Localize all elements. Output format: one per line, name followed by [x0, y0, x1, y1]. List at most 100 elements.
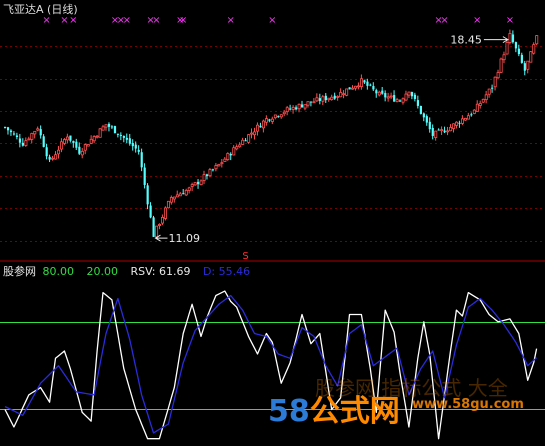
candle-body-68: [205, 174, 209, 177]
candle-body-124: [372, 86, 375, 90]
candle-body-150: [449, 127, 453, 132]
candle-body-130: [389, 95, 393, 98]
candle-body-86: [259, 125, 262, 128]
candle-body-161: [481, 98, 485, 103]
candle-body-70: [211, 169, 215, 171]
candle-body-96: [289, 108, 292, 110]
candle-body-132: [395, 99, 399, 103]
candle-body-102: [306, 101, 310, 106]
candle-body-173: [517, 48, 521, 55]
candle-body-106: [318, 98, 322, 101]
candle-body-50: [152, 217, 155, 237]
candle-body-41: [125, 137, 128, 140]
candle-body-126: [377, 91, 381, 96]
candle-body-20: [63, 139, 67, 144]
candle-body-134: [401, 98, 405, 103]
candle-body-1: [6, 127, 10, 131]
candle-body-178: [532, 44, 536, 54]
candle-body-72: [217, 163, 221, 167]
candle-body-66: [199, 180, 203, 186]
candle-body-4: [15, 135, 19, 138]
candle-body-65: [197, 181, 200, 185]
signal-mark-14: ×: [473, 15, 481, 26]
candle-body-144: [431, 127, 434, 136]
candle-body-39: [119, 134, 123, 136]
candle-body-94: [282, 111, 286, 115]
candle-body-108: [324, 95, 327, 101]
candle-body-18: [57, 149, 61, 155]
candle-body-5: [18, 138, 22, 143]
candle-body-92: [277, 116, 280, 118]
candle-body-107: [321, 96, 325, 102]
candle-body-59: [178, 193, 182, 197]
candle-body-110: [330, 96, 334, 100]
candle-body-80: [241, 139, 245, 145]
candle-body-11: [36, 128, 40, 131]
candle-body-162: [484, 94, 488, 101]
candle-body-8: [27, 138, 31, 141]
candle-body-179: [535, 35, 539, 45]
candle-body-34: [104, 124, 108, 128]
candle-body-88: [264, 118, 268, 123]
candle-body-176: [526, 60, 530, 70]
candle-body-74: [223, 158, 227, 162]
candle-body-82: [247, 134, 251, 143]
candle-body-28: [86, 144, 90, 147]
candle-body-63: [190, 184, 194, 187]
candle-body-101: [303, 104, 307, 109]
candle-body-13: [42, 136, 45, 147]
candle-body-140: [419, 105, 422, 114]
candle-body-87: [261, 120, 265, 129]
candle-body-137: [410, 92, 414, 97]
signal-mark-15: ×: [506, 15, 514, 26]
indicator-band-high: 80.00: [43, 265, 75, 278]
candle-body-143: [428, 121, 431, 130]
candle-body-2: [9, 130, 13, 133]
candle-body-156: [466, 115, 470, 120]
candle-body-51: [155, 225, 159, 238]
candle-body-103: [309, 101, 313, 103]
candle-body-77: [232, 147, 236, 156]
candle-body-67: [202, 174, 206, 181]
candle-body-142: [425, 116, 428, 123]
candle-body-111: [333, 95, 336, 99]
candle-body-7: [24, 140, 28, 146]
candle-body-46: [140, 152, 143, 168]
candle-body-83: [250, 132, 254, 135]
candle-body-33: [101, 126, 105, 131]
candle-body-139: [416, 100, 420, 106]
candle-body-91: [273, 114, 277, 119]
candle-body-99: [297, 103, 301, 110]
candle-body-100: [301, 104, 304, 108]
candle-body-127: [381, 90, 384, 94]
candle-body-15: [48, 156, 51, 160]
candle-body-16: [51, 157, 55, 160]
candle-body-6: [21, 142, 25, 146]
candle-body-37: [113, 126, 117, 134]
candle-body-58: [175, 194, 179, 198]
candle-body-117: [351, 87, 355, 90]
signal-mark-7: ×: [152, 15, 160, 26]
candle-body-14: [45, 147, 48, 157]
candle-body-135: [404, 93, 408, 101]
candle-body-98: [295, 107, 298, 110]
candle-body-97: [291, 106, 295, 110]
signal-mark-10: ×: [227, 15, 235, 26]
indicator-rsv-value: RSV: 61.69: [131, 265, 191, 278]
candle-body-95: [285, 107, 289, 113]
watermark-logo: 58公式网: [268, 394, 400, 429]
candle-body-75: [226, 153, 230, 161]
candle-body-172: [514, 42, 518, 49]
candle-body-147: [440, 129, 444, 132]
candle-body-35: [107, 123, 111, 127]
candle-body-152: [455, 121, 459, 126]
candle-body-10: [33, 130, 37, 135]
candle-body-122: [366, 81, 369, 86]
candle-body-125: [375, 90, 378, 94]
candle-body-89: [268, 119, 271, 121]
candle-body-170: [508, 33, 512, 43]
candle-body-60: [182, 193, 185, 195]
candle-body-104: [312, 101, 316, 104]
candle-body-84: [253, 131, 257, 136]
candle-body-141: [422, 113, 425, 118]
